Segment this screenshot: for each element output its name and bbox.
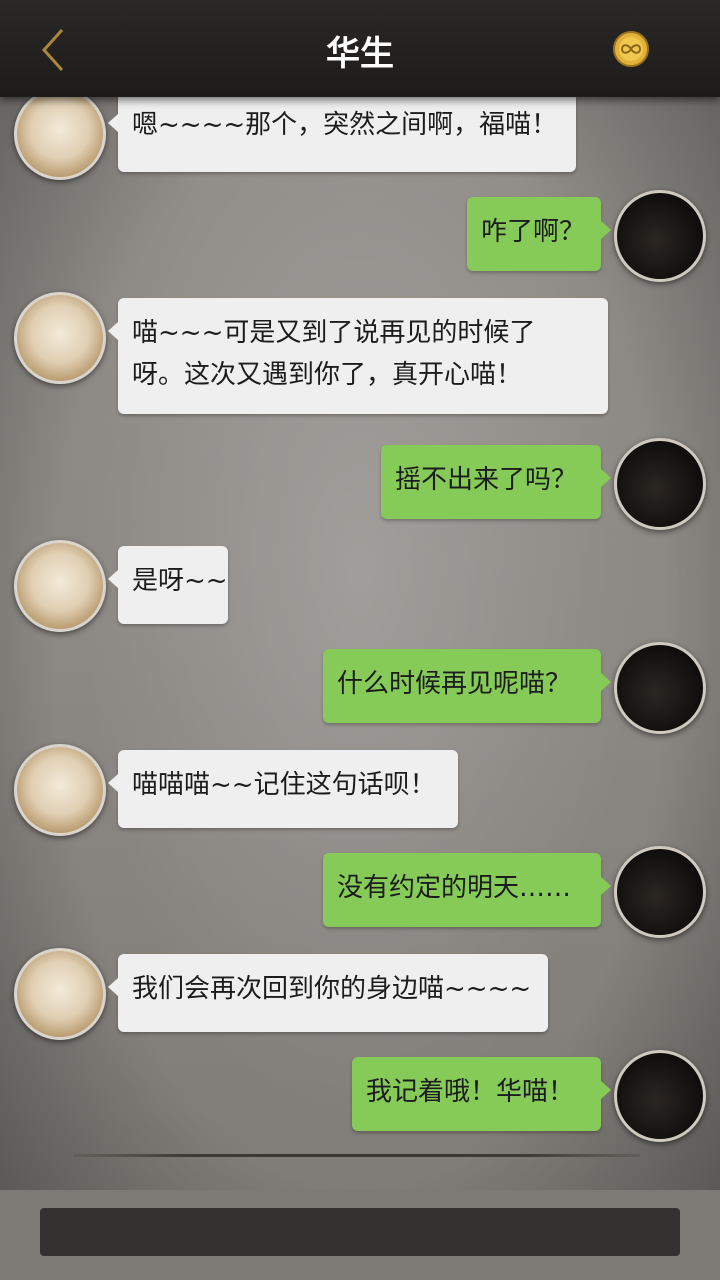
message-outgoing[interactable]: 什么时候再见呢喵？	[323, 649, 611, 723]
message-incoming[interactable]: 喵喵喵~~记住这句话呗！	[108, 750, 458, 828]
message-text: 是呀~~	[132, 566, 228, 596]
user-avatar[interactable]	[614, 438, 706, 530]
message-text: 摇不出来了吗？	[395, 465, 578, 495]
message-text: 咋了啊？	[481, 217, 586, 247]
message-incoming[interactable]: 喵~~~可是又到了说再见的时候了 呀。这次又遇到你了，真开心喵！	[108, 298, 608, 414]
message-outgoing[interactable]: 没有约定的明天……	[323, 853, 611, 927]
message-text: 喵喵喵~~记住这句话呗！	[132, 770, 436, 800]
cat-avatar[interactable]	[14, 540, 106, 632]
message-text-line: 喵~~~可是又到了说再见的时候了	[132, 318, 536, 348]
message-outgoing[interactable]: 摇不出来了吗？	[381, 445, 611, 519]
gold-coin-infinity-icon	[613, 31, 649, 67]
message-text: 没有约定的明天……	[337, 873, 572, 903]
user-avatar[interactable]	[614, 1050, 706, 1142]
cat-avatar[interactable]	[14, 744, 106, 836]
message-list[interactable]: 嗯~~~~那个，突然之间啊，福喵！ 咋了啊？ 喵~~~可是又到了说再见的时候了 …	[0, 0, 720, 1160]
message-incoming[interactable]: 我们会再次回到你的身边喵~~~~	[108, 954, 548, 1032]
cat-avatar[interactable]	[14, 88, 106, 180]
message-incoming[interactable]: 嗯~~~~那个，突然之间啊，福喵！	[108, 90, 576, 172]
coin-button[interactable]	[612, 30, 650, 68]
message-incoming[interactable]: 是呀~~	[108, 546, 228, 624]
user-avatar[interactable]	[614, 642, 706, 734]
cat-avatar[interactable]	[14, 292, 106, 384]
message-text: 什么时候再见呢喵？	[337, 669, 572, 699]
message-text-line: 呀。这次又遇到你了，真开心喵！	[132, 360, 523, 390]
user-avatar[interactable]	[614, 846, 706, 938]
message-input[interactable]	[40, 1208, 680, 1256]
user-avatar[interactable]	[614, 190, 706, 282]
message-text: 嗯~~~~那个，突然之间啊，福喵！	[132, 110, 558, 140]
message-text: 我们会再次回到你的身边喵~~~~	[132, 974, 532, 1004]
top-bar: 华生	[0, 0, 720, 97]
message-outgoing[interactable]: 我记着哦！华喵！	[352, 1057, 611, 1131]
message-outgoing[interactable]: 咋了啊？	[467, 197, 611, 271]
message-text: 我记着哦！华喵！	[366, 1077, 575, 1107]
divider	[74, 1154, 640, 1157]
cat-avatar[interactable]	[14, 948, 106, 1040]
